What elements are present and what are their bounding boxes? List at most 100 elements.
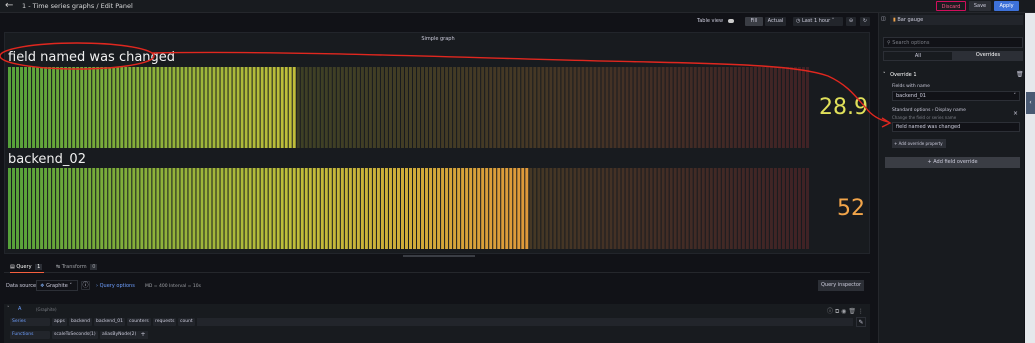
collapse-pane-icon[interactable]: ◫ <box>881 16 886 22</box>
bar-gauge-svg <box>8 67 809 148</box>
collapse-chevron-icon[interactable]: ˅ <box>7 306 10 312</box>
search-placeholder: Search options <box>892 40 930 46</box>
gauge-cell <box>216 67 220 148</box>
duplicate-icon[interactable]: ⧉ <box>835 308 839 315</box>
time-range-picker[interactable]: ◷ Last 1 hour ˅ <box>793 17 843 26</box>
discard-button[interactable]: Discard <box>936 1 966 11</box>
gauge-cell <box>669 168 673 249</box>
gauge-cell <box>417 67 421 148</box>
tab-query[interactable]: ▤ Query 1 <box>10 264 43 270</box>
gauge-label-2: backend_02 <box>8 152 86 167</box>
actual-button[interactable]: Actual <box>765 17 786 26</box>
gauge-cell <box>8 168 12 249</box>
gauge-cell <box>445 168 449 249</box>
field-name-select[interactable]: backend_01 ˅ <box>892 91 1020 101</box>
gauge-cell <box>284 67 288 148</box>
gauge-cell <box>32 168 36 249</box>
gauge-cell <box>757 168 761 249</box>
gauge-cell <box>541 168 545 249</box>
gauge-cell <box>749 67 753 148</box>
remove-property-icon[interactable]: × <box>1013 110 1018 117</box>
fill-button[interactable]: Fill <box>745 17 763 26</box>
tab-overrides[interactable]: Overrides <box>953 51 1023 61</box>
add-override-property-button[interactable]: + Add override property <box>892 139 946 148</box>
tab-transform-count: 0 <box>90 264 98 270</box>
gauge-cell <box>749 168 753 249</box>
add-function-icon[interactable]: + <box>138 331 148 339</box>
gauge-cell <box>709 67 713 148</box>
function-segment[interactable]: aliasByNode(2) <box>100 331 139 339</box>
pencil-icon[interactable]: ✎ <box>856 317 866 327</box>
gauge-label-1: field named was changed <box>8 50 176 65</box>
series-segment[interactable]: backend <box>69 318 93 326</box>
tab-all[interactable]: All <box>883 51 953 61</box>
search-options-input[interactable]: ⚲ Search options <box>883 37 1023 48</box>
gauge-cell <box>364 168 368 249</box>
refresh-icon[interactable]: ↻ <box>860 17 870 26</box>
datasource-help-icon[interactable]: ⓘ <box>81 281 90 290</box>
series-segment[interactable]: apps <box>52 318 67 326</box>
property-path: Standard options › Display name <box>892 108 966 113</box>
gauge-cell <box>184 67 188 148</box>
add-field-override-button[interactable]: + Add field override <box>885 157 1020 168</box>
series-segment[interactable]: requests <box>153 318 177 326</box>
side-expand-icon[interactable]: ‹ <box>1026 92 1035 114</box>
series-segment[interactable]: counters <box>127 318 151 326</box>
query-ref-id[interactable]: A <box>18 306 21 312</box>
series-segment[interactable]: count <box>178 318 195 326</box>
gauge-cell <box>673 168 677 249</box>
gauge-cell <box>232 67 236 148</box>
gauge-cell <box>601 67 605 148</box>
trash-icon[interactable]: 🗑 <box>848 308 856 315</box>
gauge-cell <box>104 67 108 148</box>
gauge-cell <box>777 168 781 249</box>
save-button[interactable]: Save <box>969 1 991 11</box>
gauge-cell <box>573 67 577 148</box>
function-segment[interactable]: scaleToSeconds(1) <box>52 331 98 339</box>
gauge-cell <box>304 67 308 148</box>
gauge-cell <box>304 168 308 249</box>
tab-transform[interactable]: ↹ Transform 0 <box>56 264 98 270</box>
gauge-cell <box>400 168 404 249</box>
gauge-cell <box>16 67 20 148</box>
apply-button[interactable]: Apply <box>994 1 1019 11</box>
help-icon[interactable]: ⓘ <box>827 308 833 315</box>
gauge-cell <box>561 67 565 148</box>
override-header[interactable]: ˅ Override 1 <box>883 72 917 78</box>
eye-icon[interactable]: ◉ <box>841 308 846 315</box>
gauge-cell <box>717 67 721 148</box>
gauge-cell <box>352 168 356 249</box>
gauge-cell <box>8 67 12 148</box>
gauge-cell <box>545 168 549 249</box>
clock-icon: ◷ <box>796 18 801 24</box>
display-name-input[interactable]: field named was changed <box>892 122 1020 132</box>
gauge-cell <box>336 67 340 148</box>
query-inspector-button[interactable]: Query inspector <box>818 280 864 291</box>
gauge-cell <box>192 168 196 249</box>
gauge-cell <box>128 168 132 249</box>
table-view-toggle[interactable]: Table view <box>697 17 734 26</box>
gauge-cell <box>589 67 593 148</box>
series-segment[interactable]: backend_01 <box>94 318 125 326</box>
drag-handle-icon[interactable]: ⋮ <box>858 308 864 315</box>
gauge-cell <box>208 67 212 148</box>
trash-icon[interactable]: 🗑 <box>1016 71 1024 78</box>
zoom-out-icon[interactable]: ⊖ <box>846 17 856 26</box>
gauge-cell <box>56 67 60 148</box>
resize-handle[interactable] <box>403 255 475 257</box>
gauge-cell <box>697 67 701 148</box>
toggle-switch-icon[interactable] <box>727 18 734 23</box>
gauge-cell <box>212 67 216 148</box>
datasource-picker[interactable]: ❖ Graphite ˅ <box>36 280 78 291</box>
gauge-cell <box>701 67 705 148</box>
gauge-cell <box>48 168 52 249</box>
gauge-cell <box>344 168 348 249</box>
gauge-cell <box>737 67 741 148</box>
visualization-picker[interactable]: ▮ Bar gauge <box>890 15 1023 25</box>
gauge-cell <box>400 67 404 148</box>
gauge-cell <box>376 168 380 249</box>
back-arrow-icon[interactable]: ← <box>5 0 13 11</box>
gauge-cell <box>188 67 192 148</box>
gauge-cell <box>453 168 457 249</box>
query-options-toggle[interactable]: › Query options <box>96 283 135 289</box>
